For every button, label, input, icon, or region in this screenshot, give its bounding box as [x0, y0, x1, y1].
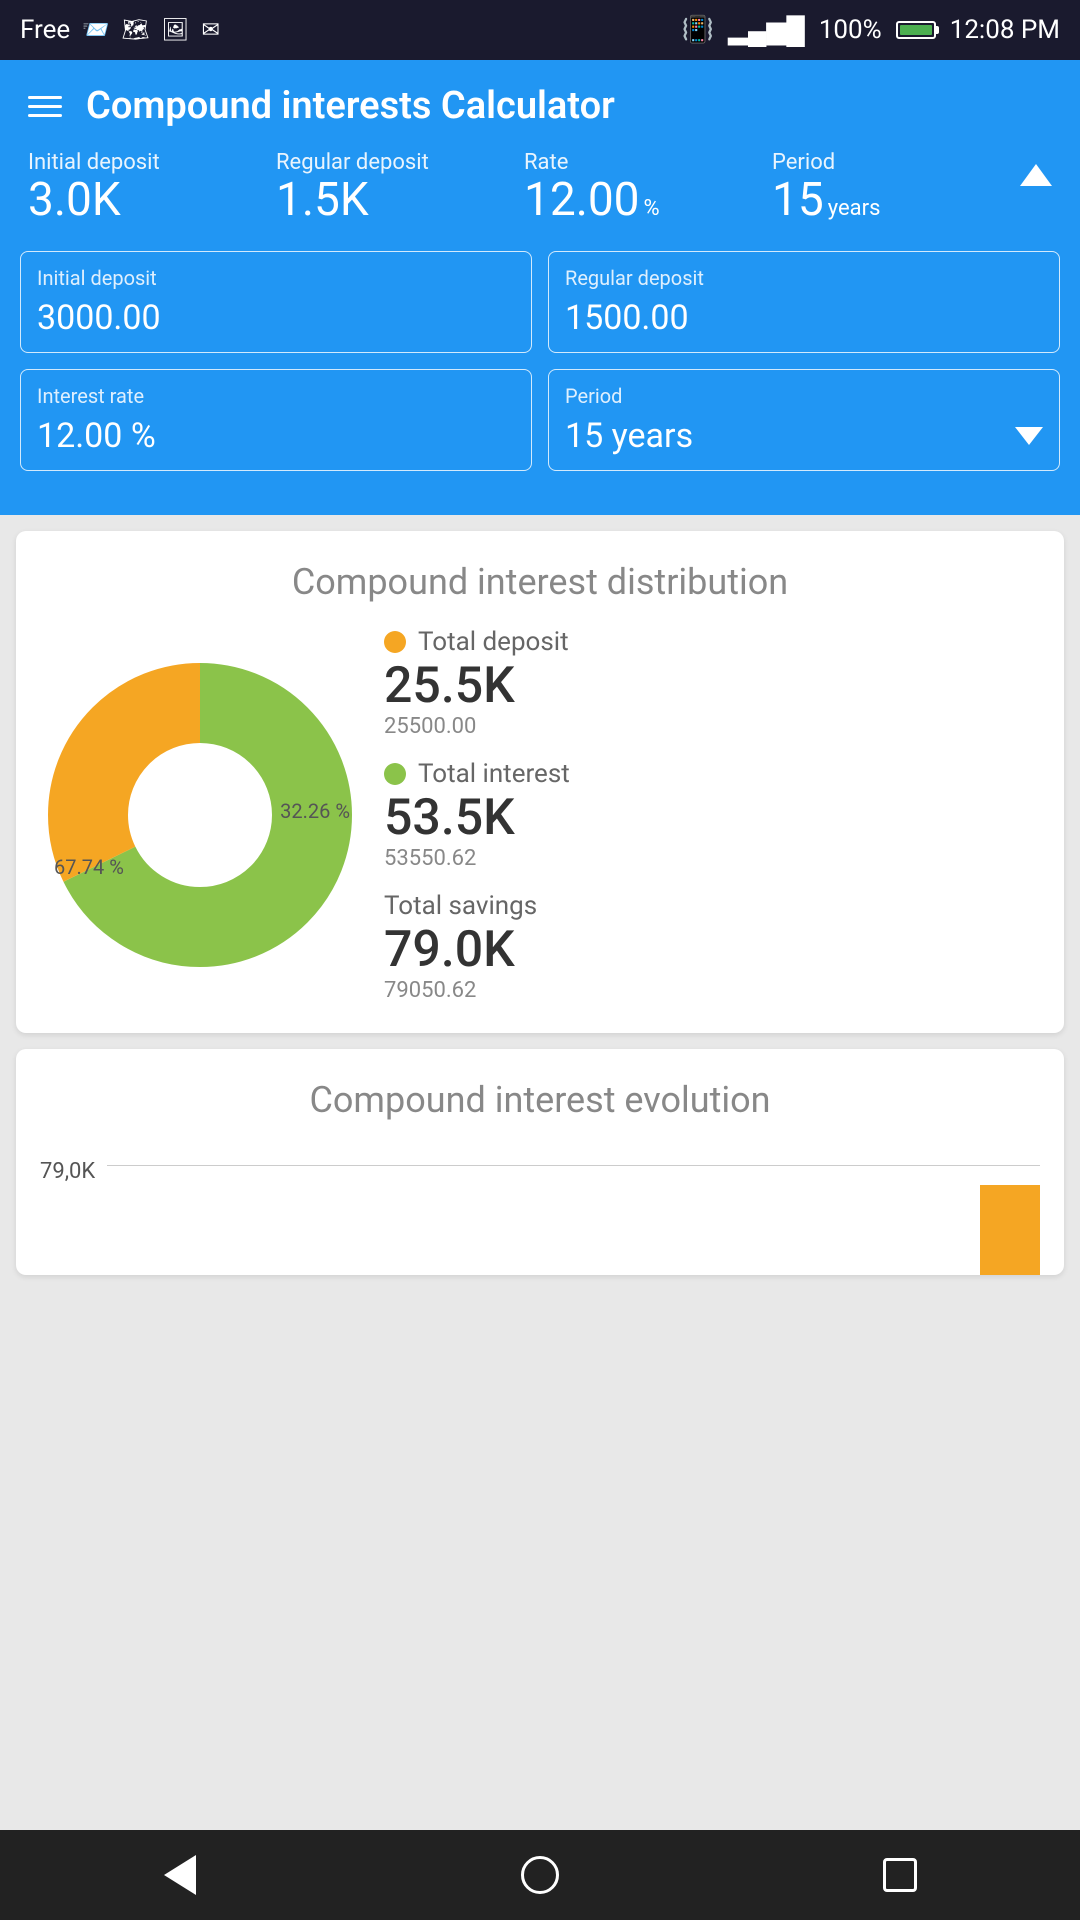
input-section: Initial deposit 3000.00 Regular deposit … [0, 241, 1080, 515]
recent-icon [883, 1858, 917, 1892]
savings-label: Total savings [384, 891, 1040, 921]
period-value: 15 years [565, 416, 693, 456]
period-field[interactable]: Period 15 years [548, 369, 1060, 471]
deposit-value-large: 25.5K [384, 659, 1040, 714]
summary-initial-deposit-label: Initial deposit [28, 150, 276, 175]
chevron-down-icon [1015, 427, 1043, 445]
carrier-label: Free [20, 15, 70, 45]
period-dropdown[interactable]: 15 years [565, 416, 1043, 456]
home-icon [521, 1856, 559, 1894]
regular-deposit-label: Regular deposit [565, 266, 1043, 290]
summary-initial-deposit: Initial deposit 3.0K [28, 150, 276, 223]
summary-rate-unit: % [644, 196, 660, 221]
content-area: Compound interest distribution 32.26 % 6… [0, 515, 1080, 1830]
summary-period-label: Period [772, 150, 1020, 175]
evolution-chart: 79,0K [40, 1145, 1040, 1275]
summary-regular-deposit: Regular deposit 1.5K [276, 150, 524, 223]
distribution-title: Compound interest distribution [40, 561, 1040, 603]
summary-rate-label: Rate [524, 150, 772, 175]
savings-value-large: 79.0K [384, 923, 1040, 978]
deposit-value-small: 25500.00 [384, 714, 1040, 739]
legend: Total deposit 25.5K 25500.00 Total inter… [384, 627, 1040, 1003]
back-button[interactable] [150, 1845, 210, 1905]
regular-deposit-field[interactable]: Regular deposit 1500.00 [548, 251, 1060, 353]
nav-bar [0, 1830, 1080, 1920]
summary-initial-deposit-value: 3.0K [28, 177, 121, 223]
deposit-dot [384, 631, 406, 653]
evolution-bar [980, 1185, 1040, 1275]
status-right: 📳 ▂▄▆█ 100% 12:08 PM [682, 15, 1060, 46]
initial-deposit-field[interactable]: Initial deposit 3000.00 [20, 251, 532, 353]
hamburger-menu[interactable] [28, 96, 62, 117]
time-label: 12:08 PM [950, 15, 1060, 45]
photo-icon: 🖼 [162, 18, 190, 43]
summary-regular-deposit-label: Regular deposit [276, 150, 524, 175]
initial-deposit-label: Initial deposit [37, 266, 515, 290]
savings-value-small: 79050.62 [384, 978, 1040, 1003]
back-icon [164, 1855, 196, 1895]
legend-total-deposit: Total deposit 25.5K 25500.00 [384, 627, 1040, 739]
gold-percent-label: 32.26 % [280, 799, 350, 823]
summary-section: Initial deposit 3.0K Regular deposit 1.5… [0, 150, 1080, 241]
app-title: Compound interests Calculator [86, 84, 615, 128]
evolution-card: Compound interest evolution 79,0K [16, 1049, 1064, 1275]
interest-dot [384, 763, 406, 785]
y-axis-label: 79,0K [40, 1155, 95, 1184]
home-button[interactable] [510, 1845, 570, 1905]
vibrate-icon: 📳 [682, 15, 714, 45]
interest-rate-label: Interest rate [37, 384, 515, 408]
summary-rate: Rate 12.00 % [524, 150, 772, 223]
distribution-content: 32.26 % 67.74 % Total deposit 25.5K 2550… [40, 627, 1040, 1003]
interest-label: Total interest [418, 759, 570, 789]
distribution-card: Compound interest distribution 32.26 % 6… [16, 531, 1064, 1033]
collapse-icon[interactable] [1020, 164, 1052, 186]
summary-row: Initial deposit 3.0K Regular deposit 1.5… [28, 150, 1052, 223]
interest-value-large: 53.5K [384, 791, 1040, 846]
green-percent-label: 67.74 % [54, 855, 124, 879]
donut-chart: 32.26 % 67.74 % [40, 655, 360, 975]
legend-total-savings: Total savings 79.0K 79050.62 [384, 891, 1040, 1003]
summary-rate-value: 12.00 [524, 177, 640, 223]
summary-period-unit: years [828, 196, 881, 221]
deposit-label: Total deposit [418, 627, 569, 657]
regular-deposit-value: 1500.00 [565, 298, 1043, 338]
input-row-2: Interest rate 12.00 % Period 15 years [20, 369, 1060, 471]
notification-icon: 📨 [82, 18, 109, 43]
interest-value-small: 53550.62 [384, 846, 1040, 871]
summary-regular-deposit-value: 1.5K [276, 177, 369, 223]
app-header: Compound interests Calculator [0, 60, 1080, 150]
interest-rate-value: 12.00 % [37, 416, 515, 456]
gmail-icon: ✉ [201, 18, 219, 43]
status-left: Free 📨 🗺 🖼 ✉ [20, 15, 220, 45]
legend-total-interest: Total interest 53.5K 53550.62 [384, 759, 1040, 871]
signal-bars: ▂▄▆█ [728, 15, 805, 46]
battery-percent: 100% [819, 15, 882, 45]
summary-period: Period 15 years [772, 150, 1020, 223]
battery-icon [896, 21, 936, 39]
maps-icon: 🗺 [122, 18, 150, 43]
recent-button[interactable] [870, 1845, 930, 1905]
input-row-1: Initial deposit 3000.00 Regular deposit … [20, 251, 1060, 353]
summary-period-value: 15 [772, 177, 824, 223]
initial-deposit-value: 3000.00 [37, 298, 515, 338]
evolution-title: Compound interest evolution [40, 1079, 1040, 1121]
status-bar: Free 📨 🗺 🖼 ✉ 📳 ▂▄▆█ 100% 12:08 PM [0, 0, 1080, 60]
period-label: Period [565, 384, 1043, 408]
interest-rate-field[interactable]: Interest rate 12.00 % [20, 369, 532, 471]
